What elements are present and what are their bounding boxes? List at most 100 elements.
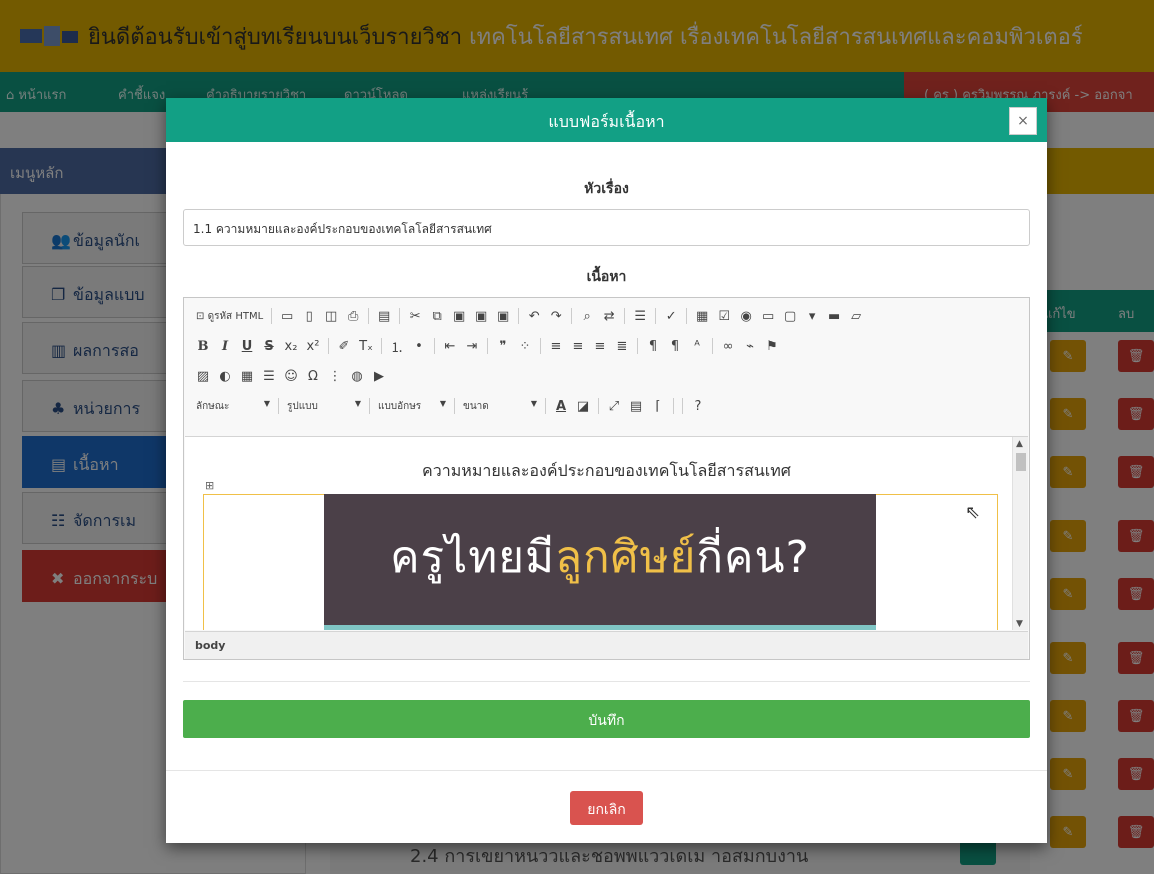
button-field-icon[interactable]: ▬ bbox=[823, 305, 845, 327]
page-break-icon[interactable]: ⋮ bbox=[324, 365, 346, 387]
close-button[interactable]: × bbox=[1009, 107, 1037, 135]
editor-content-area[interactable]: ความหมายและองค์ประกอบของเทคโนโลยีสารสนเท… bbox=[185, 436, 1028, 630]
image-icon[interactable]: ▨ bbox=[192, 365, 214, 387]
save-doc-icon[interactable]: ▭ bbox=[276, 305, 298, 327]
toolbar-separator bbox=[369, 398, 370, 414]
anchor-icon[interactable]: ⚑ bbox=[761, 335, 783, 357]
editor-toolbar-row-2: B I U S x₂ x² ✐ Tₓ ⒈ • ⇤ ⇥ ❞ ⁘ ≡ ≡ ≡ ≣ ¶… bbox=[192, 334, 783, 358]
modal-header: แบบฟอร์มเนื้อหา × bbox=[166, 98, 1047, 142]
toolbar-separator bbox=[454, 398, 455, 414]
rich-text-editor: ⊡ ดูรหัส HTML ▭ ▯ ◫ ⎙ ▤ ✂ ⧉ ▣ ▣ ▣ ↶ ↷ ⌕ … bbox=[183, 297, 1030, 660]
underline-icon[interactable]: U bbox=[236, 335, 258, 357]
align-right-icon[interactable]: ≡ bbox=[589, 335, 611, 357]
show-blocks-icon[interactable]: ▤ bbox=[625, 395, 647, 417]
flash-icon[interactable]: ◐ bbox=[214, 365, 236, 387]
table-move-handle-icon[interactable]: ⊞ bbox=[205, 479, 214, 492]
cut-icon[interactable]: ✂ bbox=[404, 305, 426, 327]
select-all-icon[interactable]: ☰ bbox=[629, 305, 651, 327]
select-field-icon[interactable]: ▾ bbox=[801, 305, 823, 327]
topic-input[interactable]: 1.1 ความหมายและองค์ประกอบของเทคโลโลยีสาร… bbox=[183, 209, 1030, 246]
editor-toolbar-row-4: ลักษณะ ▼ รูปแบบ ▼ แบบอักษร ▼ ขนาด ▼ A ◪ ⤢ ▤ … bbox=[192, 394, 709, 418]
help-icon[interactable]: ? bbox=[687, 395, 709, 417]
special-char-icon[interactable]: Ω bbox=[302, 365, 324, 387]
element-path-body[interactable]: body bbox=[195, 639, 225, 652]
format-dropdown[interactable]: รูปแบบ ▼ bbox=[283, 399, 365, 414]
chevron-down-icon: ▼ bbox=[354, 398, 361, 408]
remove-format-icon[interactable]: Tₓ bbox=[355, 335, 377, 357]
copy-format-icon[interactable]: ✐ bbox=[333, 335, 355, 357]
link-icon[interactable]: ∞ bbox=[717, 335, 739, 357]
copy-icon[interactable]: ⧉ bbox=[426, 305, 448, 327]
source-button[interactable]: ⊡ ดูรหัส HTML bbox=[192, 309, 267, 324]
outdent-icon[interactable]: ⇤ bbox=[439, 335, 461, 357]
corner-icon[interactable]: ⌈ bbox=[647, 395, 669, 417]
scroll-up-icon[interactable]: ▲ bbox=[1016, 439, 1023, 449]
content-image[interactable]: ครูไทยมีลูกศิษย์กี่คน? bbox=[324, 494, 876, 630]
cancel-button[interactable]: ยกเลิก bbox=[570, 791, 643, 825]
blockquote-icon[interactable]: ❞ bbox=[492, 335, 514, 357]
redo-icon[interactable]: ↷ bbox=[545, 305, 567, 327]
align-left-icon[interactable]: ≡ bbox=[545, 335, 567, 357]
align-center-icon[interactable]: ≡ bbox=[567, 335, 589, 357]
spellcheck-icon[interactable]: ✓ bbox=[660, 305, 682, 327]
undo-icon[interactable]: ↶ bbox=[523, 305, 545, 327]
strikethrough-icon[interactable]: S bbox=[258, 335, 280, 357]
indent-icon[interactable]: ⇥ bbox=[461, 335, 483, 357]
toolbar-separator bbox=[712, 338, 713, 354]
horizontal-line-icon[interactable]: ☰ bbox=[258, 365, 280, 387]
numbered-list-icon[interactable]: ⒈ bbox=[386, 335, 408, 357]
rtl-icon[interactable]: ¶ bbox=[664, 335, 686, 357]
maximize-icon[interactable]: ⤢ bbox=[603, 395, 625, 417]
bold-icon[interactable]: B bbox=[192, 335, 214, 357]
table-icon[interactable]: ▦ bbox=[236, 365, 258, 387]
ltr-icon[interactable]: ¶ bbox=[642, 335, 664, 357]
italic-icon[interactable]: I bbox=[214, 335, 236, 357]
toolbar-separator bbox=[571, 308, 573, 324]
superscript-icon[interactable]: x² bbox=[302, 335, 324, 357]
bulleted-list-icon[interactable]: • bbox=[408, 335, 430, 357]
editor-scrollbar[interactable]: ▲ ▼ bbox=[1012, 437, 1028, 630]
textfield-icon[interactable]: ▭ bbox=[757, 305, 779, 327]
youtube-icon[interactable]: ▶ bbox=[368, 365, 390, 387]
print-icon[interactable]: ⎙ bbox=[342, 305, 364, 327]
paste-word-icon[interactable]: ▣ bbox=[492, 305, 514, 327]
font-dropdown[interactable]: แบบอักษร ▼ bbox=[374, 399, 450, 414]
toolbar-separator bbox=[434, 338, 435, 354]
source-icon: ⊡ bbox=[196, 310, 205, 322]
toolbar-separator bbox=[368, 308, 370, 324]
modal-footer: ยกเลิก bbox=[166, 770, 1047, 843]
background-color-icon[interactable]: ◪ bbox=[572, 395, 594, 417]
unlink-icon[interactable]: ⌁ bbox=[739, 335, 761, 357]
paste-text-icon[interactable]: ▣ bbox=[470, 305, 492, 327]
checkbox-icon[interactable]: ☑ bbox=[713, 305, 735, 327]
toolbar-separator bbox=[518, 308, 520, 324]
new-page-icon[interactable]: ▯ bbox=[298, 305, 320, 327]
content-label: เนื้อหา bbox=[586, 269, 627, 285]
language-icon[interactable]: ᴬ bbox=[686, 335, 708, 357]
size-dropdown[interactable]: ขนาด ▼ bbox=[459, 399, 541, 414]
subscript-icon[interactable]: x₂ bbox=[280, 335, 302, 357]
align-justify-icon[interactable]: ≣ bbox=[611, 335, 633, 357]
scroll-down-icon[interactable]: ▼ bbox=[1016, 619, 1023, 629]
toolbar-separator bbox=[545, 398, 546, 414]
find-icon[interactable]: ⌕ bbox=[576, 305, 598, 327]
toolbar-separator bbox=[399, 308, 401, 324]
toolbar-separator bbox=[673, 398, 674, 414]
templates-icon[interactable]: ▤ bbox=[373, 305, 395, 327]
textarea-icon[interactable]: ▢ bbox=[779, 305, 801, 327]
radio-icon[interactable]: ◉ bbox=[735, 305, 757, 327]
save-button[interactable]: บันทึก bbox=[183, 700, 1030, 738]
smiley-icon[interactable]: ☺ bbox=[280, 365, 302, 387]
toolbar-separator bbox=[487, 338, 488, 354]
replace-icon[interactable]: ⇄ bbox=[598, 305, 620, 327]
form-icon[interactable]: ▦ bbox=[691, 305, 713, 327]
text-color-icon[interactable]: A bbox=[550, 395, 572, 417]
preview-icon[interactable]: ◫ bbox=[320, 305, 342, 327]
scrollbar-thumb[interactable] bbox=[1016, 453, 1026, 471]
hidden-field-icon[interactable]: ▱ bbox=[845, 305, 867, 327]
format-label: รูปแบบ bbox=[287, 400, 318, 412]
div-container-icon[interactable]: ⁘ bbox=[514, 335, 536, 357]
styles-dropdown[interactable]: ลักษณะ ▼ bbox=[192, 399, 274, 414]
iframe-icon[interactable]: ◍ bbox=[346, 365, 368, 387]
paste-icon[interactable]: ▣ bbox=[448, 305, 470, 327]
